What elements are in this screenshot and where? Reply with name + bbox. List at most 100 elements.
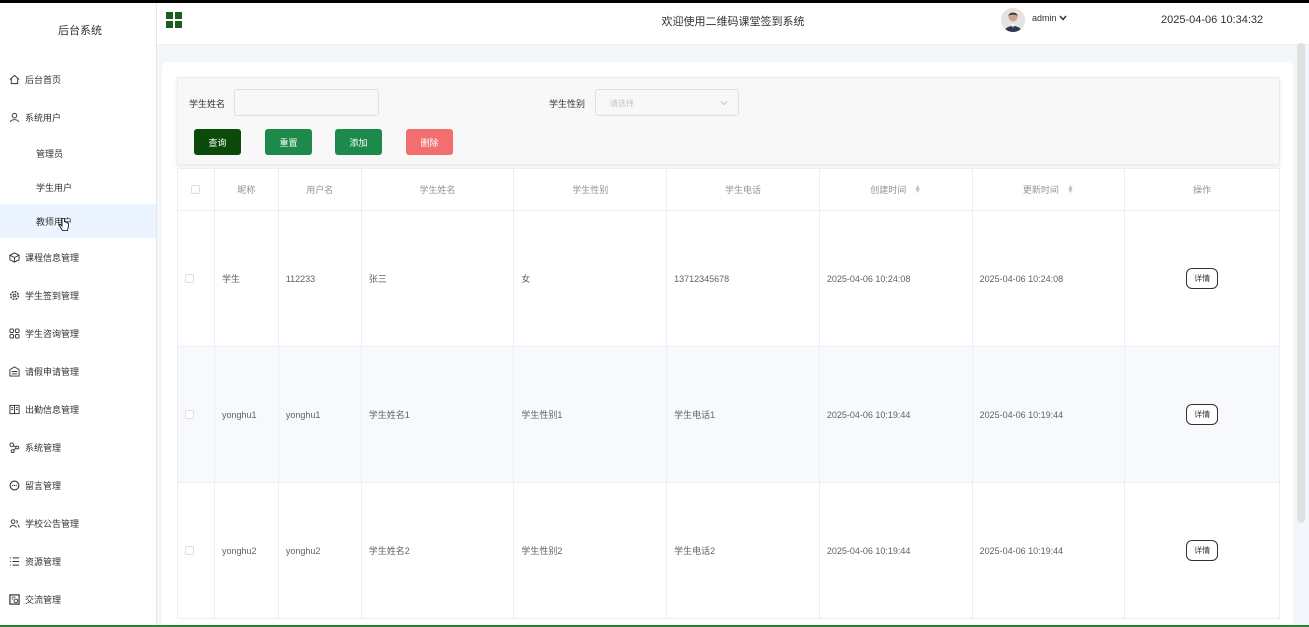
col-student-phone: 学生电话: [667, 169, 820, 210]
sidebar-item-admin[interactable]: 管理员: [0, 136, 156, 170]
delete-button[interactable]: 删除: [406, 129, 453, 155]
document-icon: [8, 365, 20, 377]
sidebar-item-student-users[interactable]: 学生用户: [0, 170, 156, 204]
row-checkbox[interactable]: [185, 546, 194, 555]
cell-nickname: 学生: [215, 211, 279, 346]
user-icon: [8, 111, 20, 123]
cube-icon: [8, 251, 20, 263]
sidebar-item-resources[interactable]: 资源管理: [0, 542, 156, 580]
cell-updated-time: 2025-04-06 10:19:44: [973, 347, 1126, 482]
welcome-title: 欢迎使用二维码课堂签到系统: [661, 16, 805, 28]
sidebar-item-label: 课程信息管理: [25, 252, 80, 263]
sort-icon[interactable]: ▲ ▼: [1067, 184, 1074, 195]
top-header: 欢迎使用二维码课堂签到系统 admin 2025-04-06 10:34:32: [157, 3, 1309, 45]
query-button[interactable]: 查询: [194, 129, 241, 155]
cell-student-gender: 学生性别2: [514, 483, 668, 618]
sidebar-item-checkin[interactable]: 学生签到管理: [0, 276, 156, 314]
sidebar-item-label: 学生咨询管理: [25, 328, 80, 339]
page-scrollbar[interactable]: [1297, 43, 1305, 523]
select-all-checkbox[interactable]: [191, 185, 201, 194]
sidebar-item-label: 请假申请管理: [25, 366, 80, 377]
home-icon: [8, 73, 20, 85]
add-button[interactable]: 添加: [335, 129, 382, 155]
cell-created-time: 2025-04-06 10:19:44: [820, 347, 973, 482]
sidebar-item-exchange[interactable]: 交流管理: [0, 580, 156, 618]
student-gender-label: 学生性别: [549, 99, 586, 109]
sidebar-item-home[interactable]: 后台首页: [0, 60, 156, 98]
people-icon: [8, 517, 20, 529]
detail-button[interactable]: 详情: [1186, 404, 1219, 425]
detail-button[interactable]: 详情: [1186, 268, 1219, 289]
chevron-down-icon: [720, 101, 728, 106]
sidebar-item-teacher-users[interactable]: 教师用户: [0, 204, 156, 238]
col-created-time[interactable]: 创建时间 ▲ ▼: [820, 169, 973, 210]
col-username: 用户名: [279, 169, 362, 210]
sidebar-item-label: 系统用户: [25, 112, 62, 123]
sidebar-item-label: 交流管理: [25, 594, 62, 605]
col-updated-label: 更新时间: [1022, 185, 1059, 195]
sidebar-item-notice[interactable]: 学校公告管理: [0, 504, 156, 542]
card-icon: [8, 403, 20, 415]
sort-icon[interactable]: ▲ ▼: [914, 184, 921, 195]
select-all-cell: [178, 169, 215, 210]
user-dropdown[interactable]: admin: [1032, 13, 1067, 23]
detail-button[interactable]: 详情: [1186, 540, 1219, 561]
gear-icon: [8, 289, 20, 301]
table-row: yonghu2 yonghu2 学生姓名2 学生性别2 学生电话2 2025-0…: [178, 483, 1279, 619]
col-actions: 操作: [1193, 185, 1212, 195]
cell-student-name: 学生姓名1: [362, 347, 515, 482]
cell-student-name: 学生姓名2: [362, 483, 515, 618]
col-nickname: 昵称: [215, 169, 279, 210]
sidebar-item-label: 后台首页: [25, 74, 62, 85]
pointer-cursor-icon: [58, 218, 69, 231]
list-icon: [8, 555, 20, 567]
sidebar-item-label: 留言管理: [25, 480, 62, 491]
chevron-down-icon: [1058, 15, 1067, 21]
cell-username: 112233: [279, 211, 362, 346]
table-header: 昵称 用户名 学生姓名 学生性别 学生电话 创建时间 ▲ ▼ 更新时间 ▲ ▼ 操作: [178, 169, 1279, 211]
sidebar-item-consult[interactable]: 学生咨询管理: [0, 314, 156, 352]
sidebar-item-label: 学生签到管理: [25, 290, 80, 301]
avatar[interactable]: [1001, 8, 1025, 32]
cell-created-time: 2025-04-06 10:24:08: [820, 211, 973, 346]
cell-nickname: yonghu1: [215, 347, 279, 482]
gender-select-placeholder: 请选择: [610, 99, 634, 108]
row-checkbox[interactable]: [185, 410, 194, 419]
username: admin: [1032, 13, 1057, 23]
col-student-gender: 学生性别: [514, 169, 668, 210]
col-student-name: 学生姓名: [362, 169, 515, 210]
cell-username: yonghu2: [279, 483, 362, 618]
student-name-label: 学生姓名: [189, 99, 226, 109]
sidebar-item-label: 学校公告管理: [25, 518, 80, 529]
cell-updated-time: 2025-04-06 10:19:44: [973, 483, 1126, 618]
col-updated-time[interactable]: 更新时间 ▲ ▼: [973, 169, 1126, 210]
cell-created-time: 2025-04-06 10:19:44: [820, 483, 973, 618]
cell-username: yonghu1: [279, 347, 362, 482]
sidebar-item-label: 管理员: [36, 148, 64, 159]
sidebar-item-messages[interactable]: 留言管理: [0, 466, 156, 504]
chat-icon: [8, 479, 20, 491]
brand-title: 后台系统: [58, 25, 102, 37]
row-checkbox[interactable]: [185, 274, 194, 283]
cell-nickname: yonghu2: [215, 483, 279, 618]
sidebar-item-leave[interactable]: 请假申请管理: [0, 352, 156, 390]
student-name-input[interactable]: [234, 89, 379, 116]
sidebar-item-attendance[interactable]: 出勤信息管理: [0, 390, 156, 428]
reset-button[interactable]: 重置: [265, 129, 312, 155]
current-datetime: 2025-04-06 10:34:32: [1161, 14, 1264, 26]
content-card: 学生姓名 学生性别 请选择 查询 重置 添加 删除 昵称 用户名 学生姓名 学生…: [162, 62, 1293, 627]
sidebar-item-system-users[interactable]: 系统用户: [0, 98, 156, 136]
sidebar-item-course-info[interactable]: 课程信息管理: [0, 238, 156, 276]
main-content: 学生姓名 学生性别 请选择 查询 重置 添加 删除 昵称 用户名 学生姓名 学生…: [157, 45, 1309, 627]
cell-student-phone: 13712345678: [667, 211, 820, 346]
table-row: 学生 112233 张三 女 13712345678 2025-04-06 10…: [178, 211, 1279, 347]
system-users-submenu: 管理员 学生用户 教师用户: [0, 136, 156, 238]
table-row: yonghu1 yonghu1 学生姓名1 学生性别1 学生电话1 2025-0…: [178, 347, 1279, 483]
cell-student-gender: 女: [514, 211, 668, 346]
setting-doc-icon: [8, 593, 20, 605]
cell-updated-time: 2025-04-06 10:24:08: [973, 211, 1126, 346]
sidebar-item-label: 系统管理: [25, 442, 62, 453]
student-gender-select[interactable]: 请选择: [595, 89, 739, 116]
grid-icon: [8, 327, 20, 339]
sidebar-item-system-manage[interactable]: 系统管理: [0, 428, 156, 466]
